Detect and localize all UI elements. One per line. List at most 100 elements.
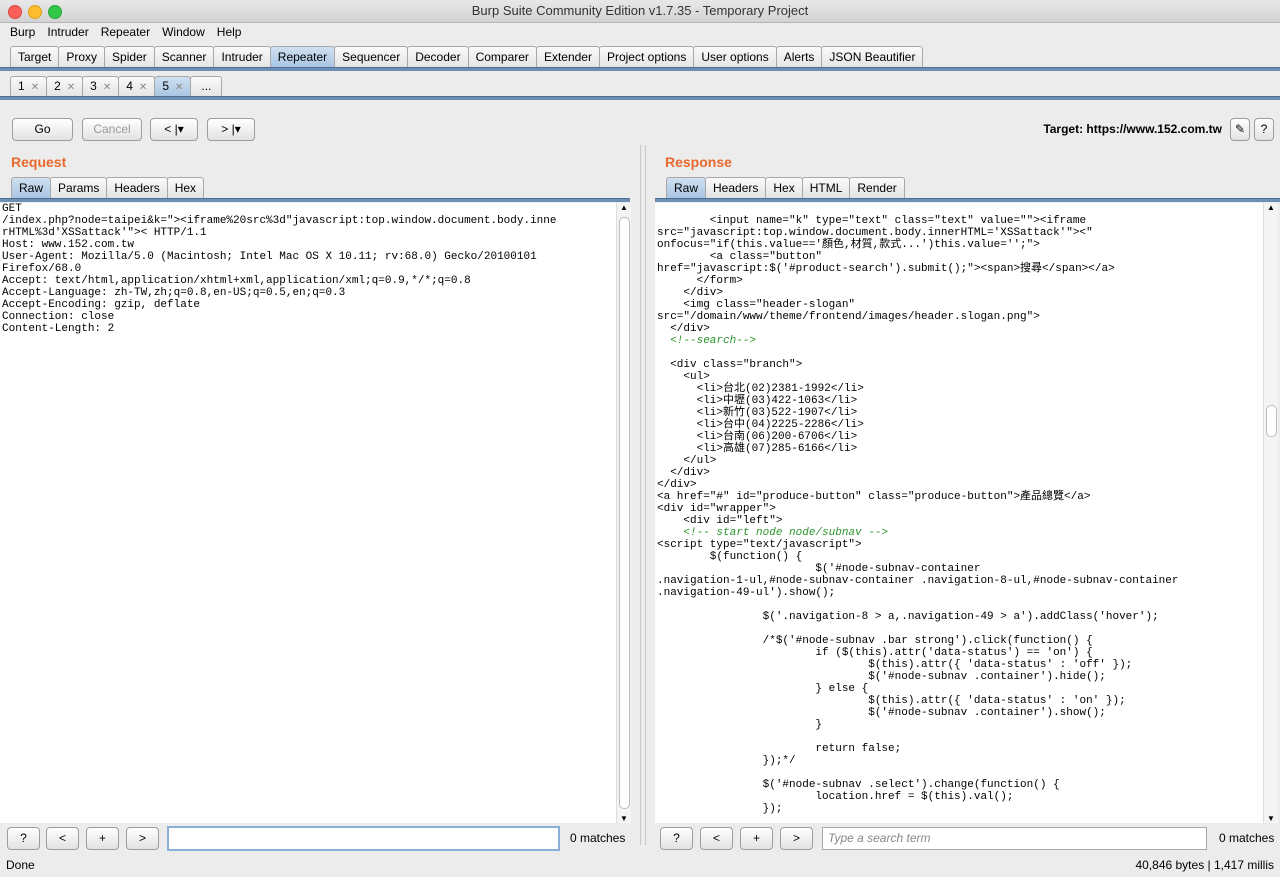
request-editor[interactable]: GET /index.php?node=taipei&k="><iframe%2… (0, 203, 616, 823)
split-pane-divider[interactable] (640, 145, 646, 845)
response-tab-hex[interactable]: Hex (765, 177, 803, 198)
help-icon[interactable]: ? (1254, 118, 1274, 141)
request-search-help-button[interactable]: ? (7, 827, 40, 850)
request-title: Request (11, 154, 67, 170)
request-tab-hex[interactable]: Hex (166, 177, 205, 198)
repeater-tab-label: 2 (54, 79, 61, 93)
response-scrollbar[interactable]: ▲ ▼ (1263, 203, 1278, 823)
response-tab-render[interactable]: Render (849, 177, 905, 198)
close-tab-icon[interactable]: ✕ (67, 82, 75, 93)
response-line: <div class="branch"> (657, 359, 803, 371)
tab-sequencer[interactable]: Sequencer (334, 46, 409, 67)
maximize-window-icon[interactable] (48, 5, 62, 19)
response-line: </div> (657, 479, 697, 491)
back-button[interactable]: < |▾ (150, 118, 198, 141)
scroll-up-icon[interactable]: ▲ (620, 203, 628, 212)
menu-help[interactable]: Help (217, 25, 242, 39)
request-line: Accept: text/html,application/xhtml+xml,… (2, 275, 471, 287)
request-line: Firefox/68.0 (2, 263, 82, 275)
response-line: <li>台中(04)2225-2286</li> (657, 419, 864, 431)
request-tab-divider (0, 198, 630, 202)
main-tab-divider (0, 67, 1280, 71)
response-line: });*/ (657, 755, 796, 767)
response-search-input[interactable]: Type a search term (822, 827, 1207, 850)
repeater-tab-5[interactable]: 5 ✕ (154, 76, 192, 96)
tab-project-options[interactable]: Project options (598, 46, 695, 67)
request-tab-params[interactable]: Params (50, 177, 108, 198)
request-search-next-button[interactable]: > (126, 827, 159, 850)
response-line: $(this).attr({ 'data-status' : 'off' }); (657, 659, 1133, 671)
request-scroll-thumb[interactable] (619, 217, 630, 809)
response-tab-raw[interactable]: Raw (666, 177, 707, 198)
minimize-window-icon[interactable] (28, 5, 42, 19)
tab-json-beautifier[interactable]: JSON Beautifier (821, 46, 924, 67)
request-search-add-button[interactable]: + (86, 827, 119, 850)
close-tab-icon[interactable]: ✕ (139, 82, 147, 93)
scroll-down-icon[interactable]: ▼ (620, 814, 628, 823)
response-search-next-button[interactable]: > (780, 827, 813, 850)
response-line: /*$('#node-subnav .bar strong').click(fu… (657, 635, 1093, 647)
request-line: Accept-Encoding: gzip, deflate (2, 299, 201, 311)
tab-intruder[interactable]: Intruder (213, 46, 271, 67)
close-tab-icon[interactable]: ✕ (31, 82, 39, 93)
menu-burp[interactable]: Burp (10, 25, 35, 39)
response-line: <li>高雄(07)285-6166</li> (657, 443, 858, 455)
response-search-add-button[interactable]: + (740, 827, 773, 850)
tab-scanner[interactable]: Scanner (153, 46, 215, 67)
tab-comparer[interactable]: Comparer (467, 46, 537, 67)
tab-alerts[interactable]: Alerts (775, 46, 823, 67)
request-tab-raw[interactable]: Raw (11, 177, 52, 198)
repeater-tab-1[interactable]: 1 ✕ (10, 76, 48, 96)
menu-bar: Burp Intruder Repeater Window Help (0, 23, 1280, 42)
response-tab-headers[interactable]: Headers (705, 177, 767, 198)
tab-user-options[interactable]: User options (693, 46, 777, 67)
menu-intruder[interactable]: Intruder (47, 25, 88, 39)
repeater-tab-new[interactable]: ... (190, 76, 223, 96)
response-line: </div> (657, 323, 710, 335)
response-scroll-thumb[interactable] (1266, 405, 1277, 437)
request-search-prev-button[interactable]: < (46, 827, 79, 850)
response-line: <input name="k" type="text" class="text"… (657, 215, 1087, 227)
request-line: Host: www.152.com.tw (2, 239, 135, 251)
tab-spider[interactable]: Spider (104, 46, 155, 67)
scroll-up-icon[interactable]: ▲ (1267, 203, 1275, 212)
window-title: Burp Suite Community Edition v1.7.35 - T… (471, 3, 809, 18)
request-text: GET /index.php?node=taipei&k="><iframe%2… (0, 203, 616, 335)
response-text: <input name="k" type="text" class="text"… (655, 203, 1263, 815)
tab-proxy[interactable]: Proxy (58, 46, 106, 67)
request-scrollbar[interactable]: ▲ ▼ (616, 203, 631, 823)
close-tab-icon[interactable]: ✕ (175, 82, 183, 93)
window-titlebar: Burp Suite Community Edition v1.7.35 - T… (0, 0, 1280, 23)
response-line: }); (657, 803, 783, 815)
tab-repeater[interactable]: Repeater (269, 46, 336, 67)
response-line: <li>台南(06)200-6706</li> (657, 431, 858, 443)
request-tab-headers[interactable]: Headers (106, 177, 168, 198)
response-line: $('#node-subnav .container').show(); (657, 707, 1106, 719)
menu-repeater[interactable]: Repeater (101, 25, 150, 39)
request-search-input[interactable] (167, 826, 560, 851)
scroll-down-icon[interactable]: ▼ (1267, 814, 1275, 823)
response-tab-html[interactable]: HTML (801, 177, 851, 198)
response-line: $('#node-subnav .container').hide(); (657, 671, 1106, 683)
tab-target[interactable]: Target (10, 46, 60, 67)
cancel-button[interactable]: Cancel (82, 118, 142, 141)
response-search-prev-button[interactable]: < (700, 827, 733, 850)
close-window-icon[interactable] (8, 5, 22, 19)
response-search-help-button[interactable]: ? (660, 827, 693, 850)
menu-window[interactable]: Window (162, 25, 205, 39)
response-editor[interactable]: <input name="k" type="text" class="text"… (655, 203, 1263, 823)
forward-button[interactable]: > |▾ (207, 118, 255, 141)
edit-target-icon[interactable]: ✎ (1230, 118, 1250, 141)
request-line: Accept-Language: zh-TW,zh;q=0.8,en-US;q=… (2, 287, 346, 299)
tab-decoder[interactable]: Decoder (407, 46, 469, 67)
close-tab-icon[interactable]: ✕ (103, 82, 111, 93)
repeater-tab-4[interactable]: 4 ✕ (118, 76, 156, 96)
response-line: <a class="button" (657, 251, 823, 263)
repeater-tab-3[interactable]: 3 ✕ (82, 76, 120, 96)
repeater-tab-2[interactable]: 2 ✕ (46, 76, 84, 96)
request-line: /index.php?node=taipei&k="><iframe%20src… (2, 215, 557, 227)
response-line: <!--search--> (657, 335, 757, 347)
go-button[interactable]: Go (12, 118, 73, 141)
tab-extender[interactable]: Extender (535, 46, 600, 67)
response-line: if ($(this).attr('data-status') == 'on')… (657, 647, 1093, 659)
